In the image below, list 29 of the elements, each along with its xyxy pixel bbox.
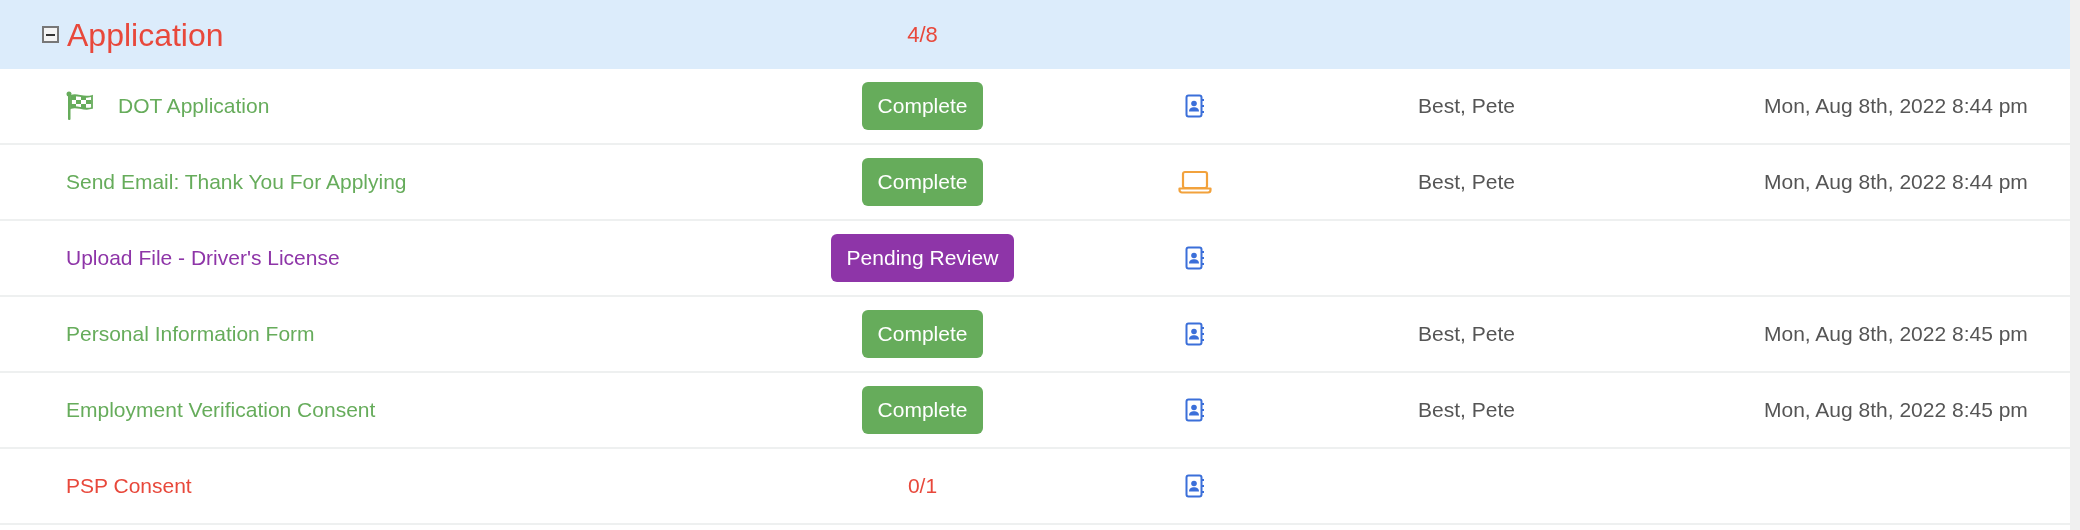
completed-date: Mon, Aug 8th, 2022 8:44 pm	[1764, 94, 2028, 118]
contact-book-icon	[1185, 398, 1205, 422]
completed-date: Mon, Aug 8th, 2022 8:44 pm	[1764, 170, 2028, 194]
completed-date: Mon, Aug 8th, 2022 8:45 pm	[1764, 322, 2028, 346]
task-name[interactable]: PSP Consent	[66, 470, 192, 502]
status-badge: Pending Review	[830, 234, 1015, 282]
person-name: Best, Pete	[1418, 170, 1515, 194]
checkered-flag-icon	[66, 91, 94, 121]
progress-count: 0/1	[907, 473, 938, 500]
task-name[interactable]: DOT Application	[118, 90, 270, 122]
person-name: Best, Pete	[1418, 94, 1515, 118]
person-name: Best, Pete	[1418, 398, 1515, 422]
laptop-icon	[1178, 170, 1212, 194]
contact-book-icon	[1185, 474, 1205, 498]
task-name[interactable]: Send Email: Thank You For Applying	[66, 166, 407, 198]
collapse-toggle[interactable]	[42, 26, 59, 43]
group-title: Application	[67, 15, 224, 55]
task-name[interactable]: Personal Information Form	[66, 318, 315, 350]
task-name[interactable]: Employment Verification Consent	[66, 394, 376, 426]
contact-book-icon	[1185, 246, 1205, 270]
status-badge: Complete	[861, 310, 984, 358]
contact-book-icon	[1185, 322, 1205, 346]
person-name: Best, Pete	[1418, 322, 1515, 346]
contact-book-icon	[1185, 94, 1205, 118]
completed-date: Mon, Aug 8th, 2022 8:45 pm	[1764, 398, 2028, 422]
status-badge: Complete	[861, 386, 984, 434]
task-name[interactable]: Upload File - Driver's License	[66, 242, 340, 274]
status-badge: Complete	[861, 82, 984, 130]
status-badge: Complete	[861, 158, 984, 206]
